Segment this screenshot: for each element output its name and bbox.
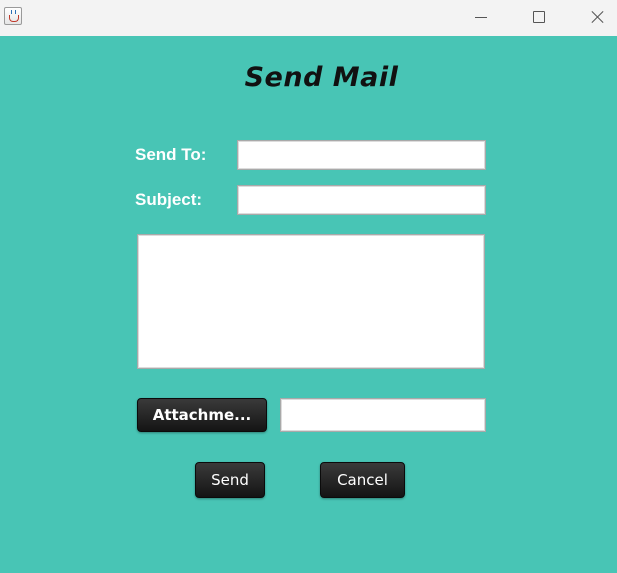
send-mail-window: Send Mail Send To: Subject: Attachme... … <box>0 0 617 573</box>
subject-label: Subject: <box>135 190 203 209</box>
send-to-input[interactable] <box>237 140 486 170</box>
subject-input[interactable] <box>237 185 486 215</box>
attachment-button[interactable]: Attachme... <box>137 398 267 432</box>
send-button[interactable]: Send <box>195 462 265 498</box>
minimize-icon <box>475 17 487 18</box>
close-button[interactable] <box>575 0 617 36</box>
page-title: Send Mail <box>244 62 399 93</box>
title-bar[interactable] <box>0 0 617 36</box>
minimize-button[interactable] <box>458 0 504 36</box>
message-body-textarea[interactable] <box>137 234 485 369</box>
send-to-label: Send To: <box>135 145 207 164</box>
close-icon <box>591 10 605 24</box>
java-coffee-cup-icon <box>4 7 22 25</box>
maximize-icon <box>533 11 545 23</box>
cancel-button[interactable]: Cancel <box>320 462 405 498</box>
attachment-path-input[interactable] <box>280 398 486 432</box>
maximize-button[interactable] <box>516 0 562 36</box>
